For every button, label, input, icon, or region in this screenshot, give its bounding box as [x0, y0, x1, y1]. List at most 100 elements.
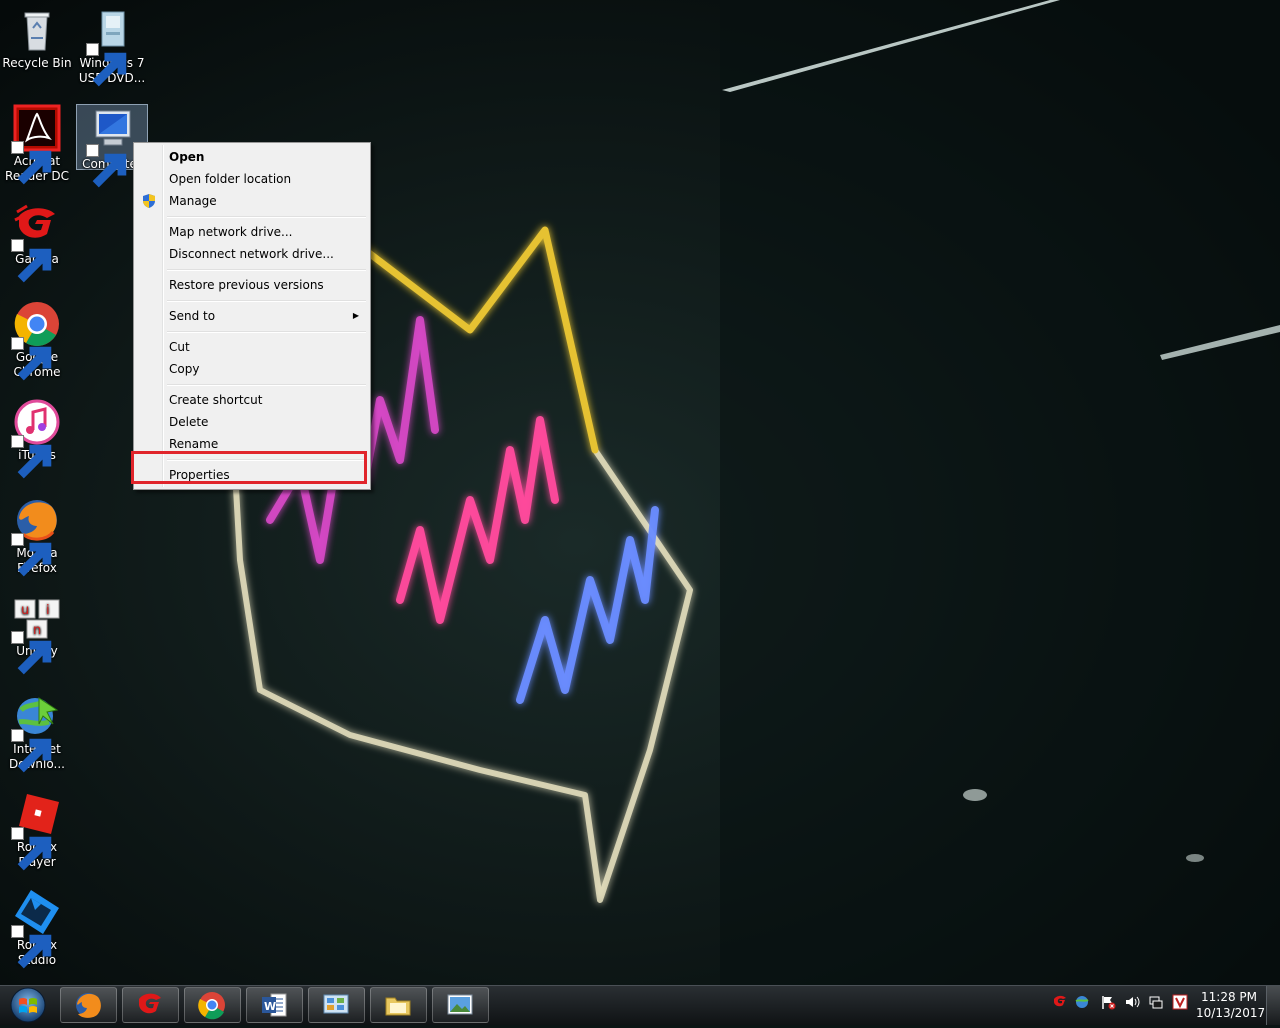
show-desktop-button[interactable] — [1266, 986, 1280, 1025]
menu-separator — [167, 300, 366, 302]
menu-item-create-shortcut[interactable]: Create shortcut — [136, 389, 368, 411]
desktop-icon-garena[interactable]: Garena — [0, 202, 74, 283]
menu-item-label: Cut — [169, 340, 190, 354]
control-panel-icon — [323, 994, 349, 1014]
action-center-flag-icon[interactable] — [1100, 994, 1116, 1010]
menu-item-label: Open — [169, 150, 205, 164]
menu-item-delete[interactable]: Delete — [136, 411, 368, 433]
desktop-icon-recycle-bin[interactable]: Recycle Bin — [0, 6, 74, 71]
clock-time: 11:28 PM — [1201, 990, 1257, 1004]
desktop-icon-windows-usb-dvd[interactable]: Windows 7 USB DVD... — [75, 6, 149, 87]
svg-text:i: i — [46, 603, 50, 618]
v-app-icon[interactable] — [1172, 994, 1188, 1010]
shortcut-arrow-icon — [11, 533, 52, 577]
menu-item-label: Send to — [169, 309, 216, 323]
network-icon[interactable] — [1148, 994, 1164, 1010]
windows-start-orb-icon — [10, 987, 46, 1023]
menu-item-label: Copy — [169, 362, 200, 376]
svg-text:W: W — [264, 1000, 276, 1013]
context-menu: Open Open folder location Manage Map net… — [133, 142, 371, 490]
menu-item-rename[interactable]: Rename — [136, 433, 368, 455]
menu-item-label: Manage — [169, 194, 217, 208]
chrome-icon — [198, 992, 225, 1020]
menu-item-disconnect-network-drive[interactable]: Disconnect network drive... — [136, 243, 368, 265]
firefox-icon — [76, 993, 101, 1018]
menu-separator — [167, 384, 366, 386]
menu-separator — [167, 459, 366, 461]
shortcut-arrow-icon — [11, 729, 52, 773]
volume-icon[interactable] — [1124, 994, 1140, 1010]
desktop-icon-roblox-studio[interactable]: Roblox Studio — [0, 888, 74, 969]
computer-icon — [86, 107, 136, 188]
menu-item-manage[interactable]: Manage — [136, 190, 368, 212]
uac-shield-icon — [141, 193, 157, 209]
menu-separator — [167, 216, 366, 218]
menu-item-cut[interactable]: Cut — [136, 336, 368, 358]
menu-item-properties[interactable]: Properties — [136, 464, 368, 486]
menu-separator — [167, 331, 366, 333]
roblox-studio-icon — [11, 888, 61, 969]
menu-item-label: Properties — [169, 468, 230, 482]
taskbar-garena-button[interactable] — [122, 987, 179, 1023]
taskbar-control-panel-button[interactable] — [308, 987, 365, 1023]
acrobat-reader-icon — [11, 104, 61, 185]
usb-dvd-tool-icon — [86, 6, 136, 87]
menu-item-open[interactable]: Open — [136, 146, 368, 168]
svg-text:u: u — [21, 603, 29, 618]
garena-icon — [139, 993, 161, 1014]
chrome-icon — [11, 300, 61, 381]
menu-separator — [167, 269, 366, 271]
menu-item-label: Map network drive... — [169, 225, 293, 239]
desktop-icon-itunes[interactable]: iTunes — [0, 398, 74, 479]
shortcut-arrow-icon — [11, 435, 52, 479]
clock-date: 10/13/2017 — [1196, 1006, 1266, 1020]
desktop-icon-google-chrome[interactable]: Google Chrome — [0, 300, 74, 381]
shortcut-arrow-icon — [11, 925, 52, 969]
network-sync-icon[interactable] — [1074, 994, 1090, 1010]
file-explorer-icon — [385, 997, 411, 1016]
submenu-arrow-icon: ▶ — [352, 311, 359, 320]
internet-download-manager-icon — [11, 692, 61, 773]
firefox-icon — [11, 496, 61, 577]
taskbar-file-explorer-button[interactable] — [370, 987, 427, 1023]
shortcut-arrow-icon — [11, 337, 52, 381]
desktop-icon-mozilla-firefox[interactable]: Mozilla Firefox — [0, 496, 74, 577]
taskbar-word-button[interactable]: W — [246, 987, 303, 1023]
start-button[interactable] — [3, 986, 53, 1025]
shortcut-arrow-icon — [11, 239, 52, 283]
menu-item-label: Create shortcut — [169, 393, 263, 407]
desktop-icon-internet-download-manager[interactable]: Internet Downlo... — [0, 692, 74, 773]
shortcut-arrow-icon — [86, 144, 127, 188]
word-icon: W — [262, 993, 287, 1017]
itunes-icon — [11, 398, 61, 479]
menu-item-send-to[interactable]: Send to ▶ — [136, 305, 368, 327]
recycle-bin-icon — [13, 6, 61, 54]
shortcut-arrow-icon — [11, 141, 52, 185]
taskbar: W 11:28 PM 10/13/2017 — [0, 985, 1280, 1025]
menu-item-restore-previous-versions[interactable]: Restore previous versions — [136, 274, 368, 296]
menu-item-label: Rename — [169, 437, 219, 451]
desktop-icon-roblox-player[interactable]: Roblox Player — [0, 790, 74, 871]
shortcut-arrow-icon — [11, 827, 52, 871]
menu-item-label: Disconnect network drive... — [169, 247, 334, 261]
photo-viewer-icon — [447, 994, 473, 1015]
menu-item-label: Restore previous versions — [169, 278, 324, 292]
garena-tray-icon[interactable] — [1052, 994, 1068, 1010]
desktop-icon-acrobat-reader[interactable]: Acrobat Reader DC — [0, 104, 74, 185]
menu-item-open-folder-location[interactable]: Open folder location — [136, 168, 368, 190]
menu-item-map-network-drive[interactable]: Map network drive... — [136, 221, 368, 243]
taskbar-photo-viewer-button[interactable] — [432, 987, 489, 1023]
roblox-player-icon — [11, 790, 61, 871]
garena-icon — [11, 202, 61, 283]
taskbar-clock[interactable]: 11:28 PM 10/13/2017 — [1196, 989, 1266, 1021]
shortcut-arrow-icon — [86, 43, 127, 87]
menu-item-copy[interactable]: Copy — [136, 358, 368, 380]
taskbar-chrome-button[interactable] — [184, 987, 241, 1023]
unikey-icon: uin — [11, 594, 61, 675]
desktop-icon-unikey[interactable]: uin UniKey — [0, 594, 74, 675]
menu-item-label: Delete — [169, 415, 209, 429]
menu-item-label: Open folder location — [169, 172, 292, 186]
shortcut-arrow-icon — [11, 631, 52, 675]
desktop-icon-label: Recycle Bin — [2, 56, 72, 70]
taskbar-firefox-button[interactable] — [60, 987, 117, 1023]
